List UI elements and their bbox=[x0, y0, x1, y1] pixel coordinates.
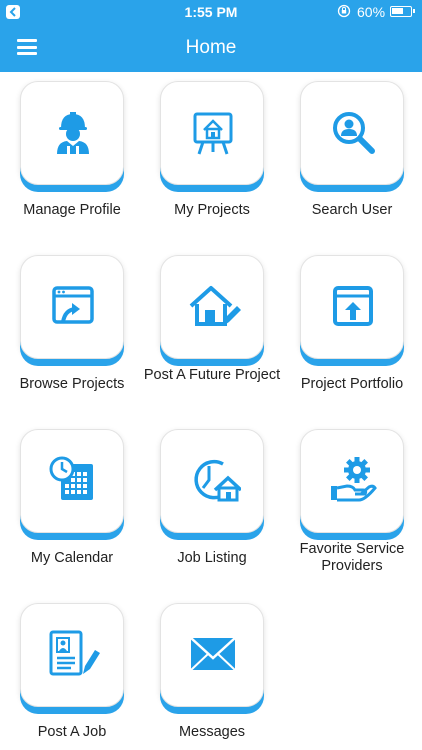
search-user-button[interactable] bbox=[300, 81, 404, 185]
clock-house-icon bbox=[194, 459, 241, 502]
hand-gear-icon bbox=[331, 457, 377, 502]
tile-label: Project Portfolio bbox=[300, 376, 404, 392]
post-future-project-button[interactable] bbox=[160, 255, 264, 359]
messages-button[interactable] bbox=[160, 603, 264, 707]
tile-label: Job Listing bbox=[177, 550, 247, 566]
job-listing-button[interactable] bbox=[160, 429, 264, 533]
tile-label: Favorite Service Providers bbox=[299, 541, 405, 574]
browse-projects-button[interactable] bbox=[20, 255, 124, 359]
battery-icon bbox=[390, 6, 415, 17]
home-grid: Manage Profile My Projects Search User B… bbox=[0, 72, 422, 750]
manage-profile-button[interactable] bbox=[20, 81, 124, 185]
tile-label: My Calendar bbox=[30, 550, 114, 566]
tile-label: Manage Profile bbox=[23, 202, 121, 218]
resume-pencil-icon bbox=[49, 630, 100, 676]
favorite-service-providers-button[interactable] bbox=[300, 429, 404, 533]
tile-label: Browse Projects bbox=[19, 376, 125, 392]
nav-bar: Home bbox=[0, 24, 422, 72]
calendar-clock-icon bbox=[49, 456, 93, 500]
my-projects-button[interactable] bbox=[160, 81, 264, 185]
envelope-icon bbox=[190, 637, 236, 671]
presentation-house-icon bbox=[193, 112, 233, 155]
upload-box-icon bbox=[333, 286, 373, 326]
tile-label: Messages bbox=[178, 724, 246, 740]
search-user-icon bbox=[333, 112, 375, 154]
page-title: Home bbox=[185, 37, 237, 58]
worker-icon bbox=[57, 112, 89, 154]
house-pencil-icon bbox=[189, 286, 241, 326]
tile-label: Search User bbox=[311, 202, 393, 218]
tile-label: Post A Job bbox=[37, 724, 107, 740]
browser-upload-icon bbox=[52, 286, 94, 324]
rotation-lock-icon bbox=[337, 4, 351, 18]
project-portfolio-button[interactable] bbox=[300, 255, 404, 359]
tile-label: My Projects bbox=[174, 202, 250, 218]
battery-percent: 60% bbox=[357, 4, 386, 20]
status-bar: 1:55 PM 60% bbox=[0, 0, 422, 24]
tile-label: Post A Future Project bbox=[143, 367, 281, 383]
post-a-job-button[interactable] bbox=[20, 603, 124, 707]
my-calendar-button[interactable] bbox=[20, 429, 124, 533]
